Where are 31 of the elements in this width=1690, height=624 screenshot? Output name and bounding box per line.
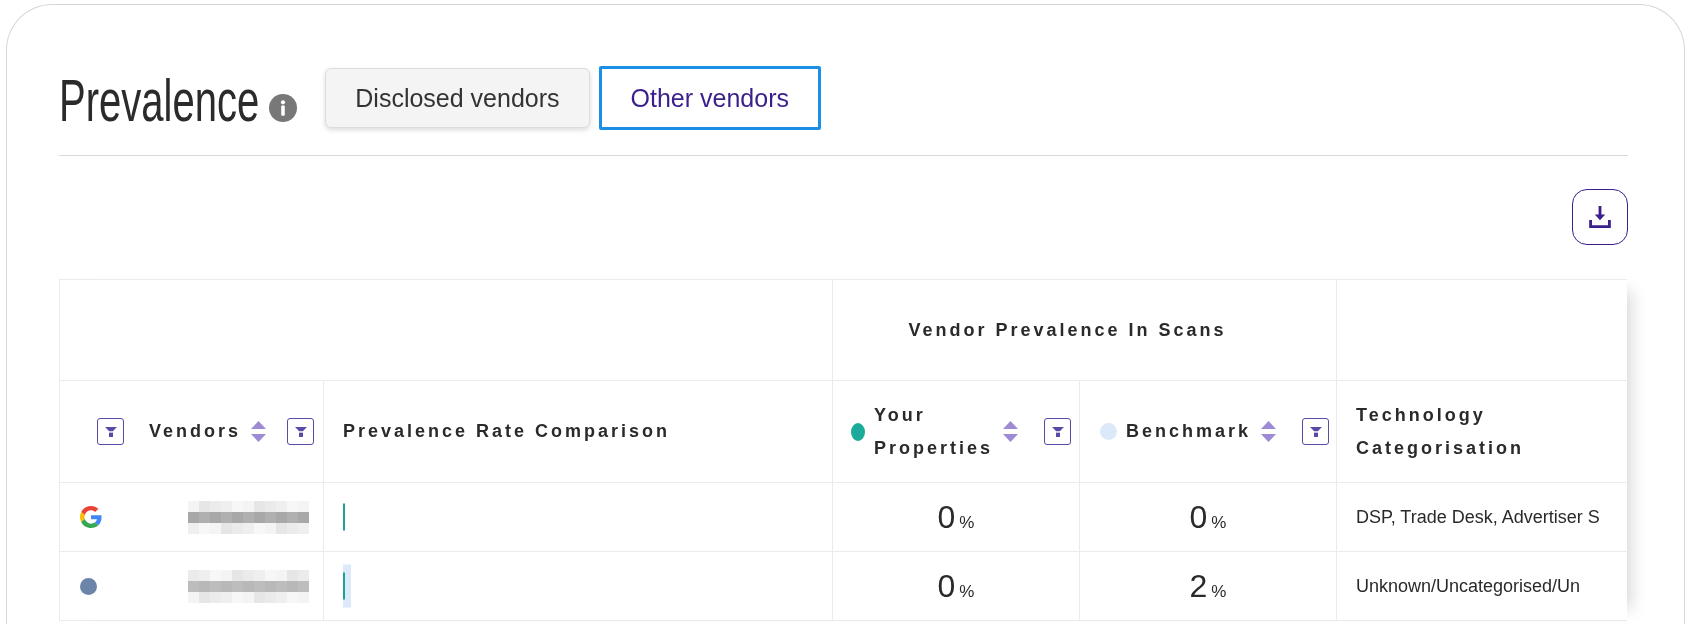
- category-text: Unknown/Uncategorised/Un: [1356, 575, 1581, 596]
- logo-placeholder-icon: [80, 577, 97, 595]
- column-group-header: Vendor Prevalence In Scans: [908, 319, 1227, 340]
- filter-icon[interactable]: [294, 426, 307, 437]
- column-header: Technology Categorisation: [1356, 403, 1524, 460]
- info-icon[interactable]: [269, 93, 298, 122]
- sort-icon[interactable]: [1261, 421, 1277, 442]
- category-text: DSP, Trade Desk, Advertiser S: [1356, 506, 1600, 527]
- filter-icon[interactable]: [104, 426, 117, 437]
- page-title: Prevalence: [59, 66, 260, 133]
- filter-icon[interactable]: [1309, 426, 1322, 437]
- column-header: Prevalence Rate Comparison: [343, 420, 671, 443]
- column-header: Benchmark: [1126, 420, 1252, 443]
- filter-button[interactable]: [1044, 418, 1071, 445]
- filter-button[interactable]: [287, 418, 314, 445]
- percentage-value: 0%: [937, 567, 975, 605]
- tab[interactable]: Other vendors: [598, 66, 821, 130]
- filter-button[interactable]: [97, 418, 124, 445]
- filter-icon[interactable]: [1051, 426, 1064, 437]
- percentage-value: 2%: [1189, 567, 1227, 605]
- column-header: Your Properties: [874, 403, 994, 460]
- sort-icon[interactable]: [251, 421, 267, 442]
- percentage-value: 0%: [1189, 498, 1227, 536]
- g-logo-icon: [80, 506, 102, 528]
- percentage-value: 0%: [937, 498, 975, 536]
- column-header: Vendors: [149, 420, 242, 443]
- sort-icon[interactable]: [1003, 421, 1019, 442]
- tab[interactable]: Disclosed vendors: [325, 68, 590, 128]
- download-icon[interactable]: [1589, 206, 1611, 228]
- download-button[interactable]: [1572, 189, 1628, 245]
- filter-button[interactable]: [1302, 418, 1329, 445]
